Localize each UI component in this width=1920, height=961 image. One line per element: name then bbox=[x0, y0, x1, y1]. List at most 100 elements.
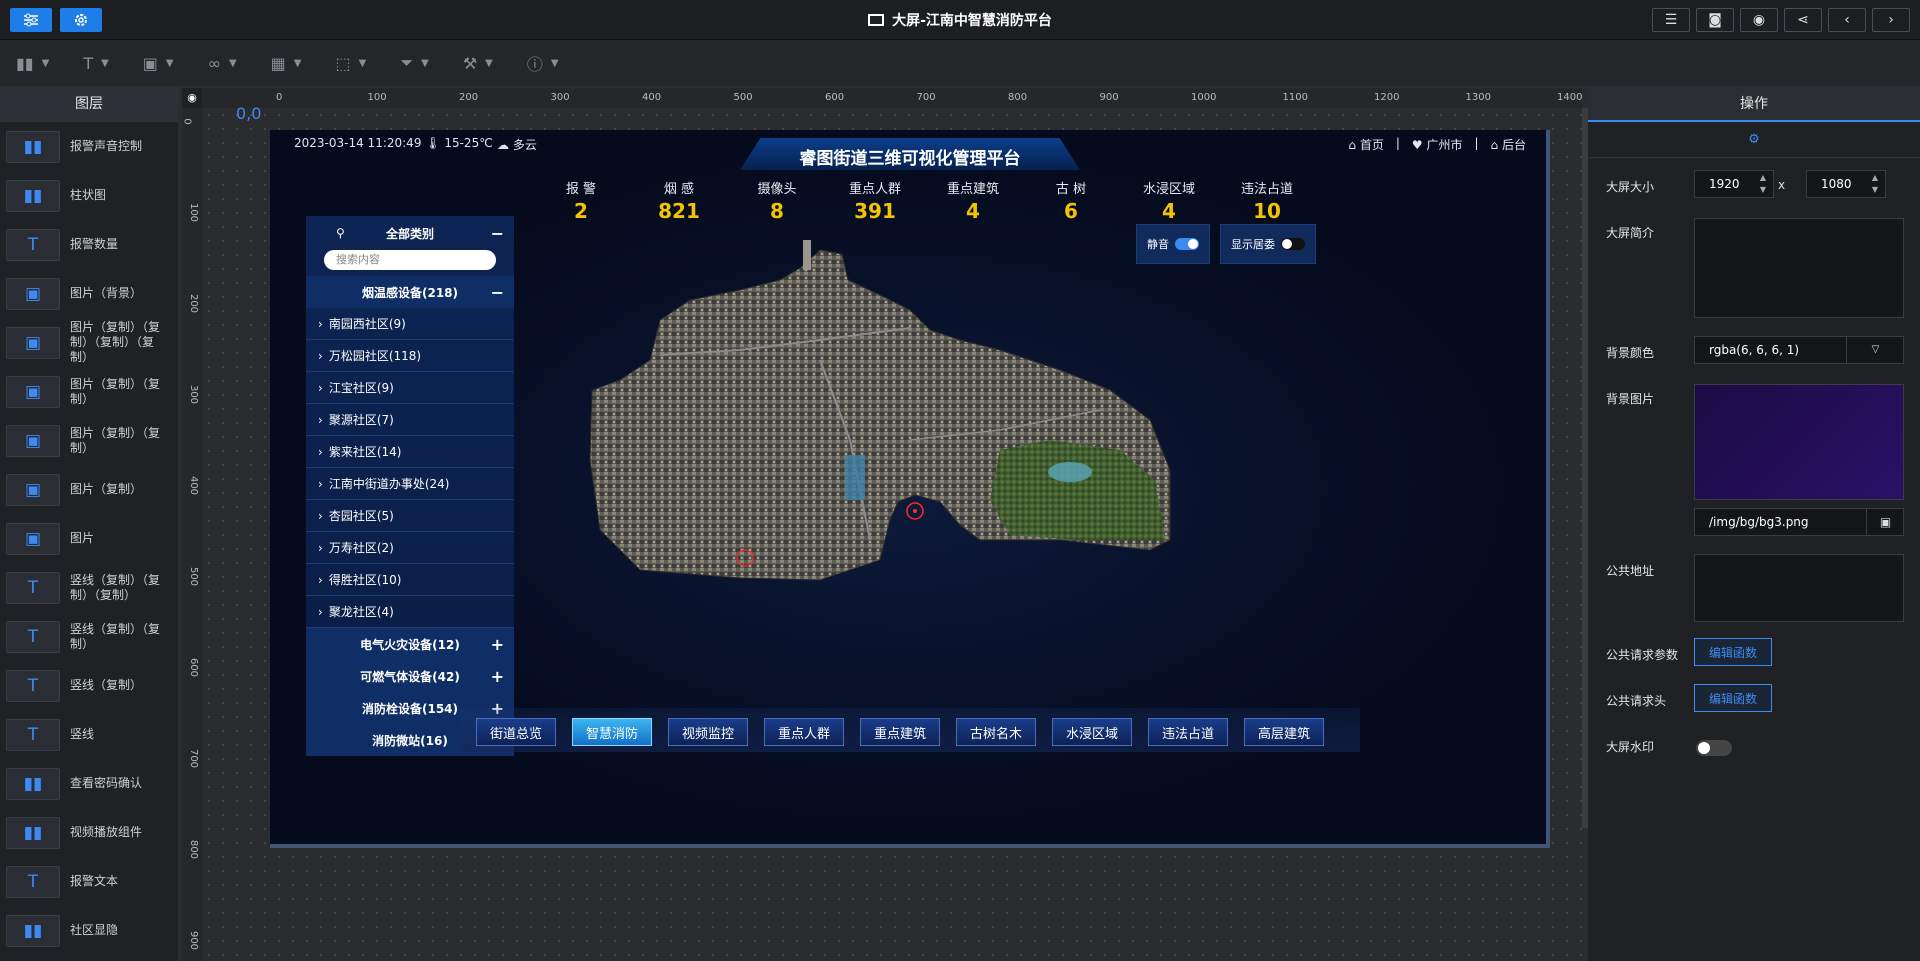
chevron-left-icon: ‹ bbox=[1844, 12, 1850, 28]
bottom-nav-button[interactable]: 重点建筑 bbox=[860, 718, 940, 746]
layer-item[interactable]: ▮▮ 社区显隐 bbox=[0, 906, 178, 955]
tree-item[interactable]: › 聚源社区(7) bbox=[306, 404, 514, 436]
tree-item[interactable]: › 南园西社区(9) bbox=[306, 308, 514, 340]
layer-item[interactable]: ▣ 图片（复制）（复制） bbox=[0, 367, 178, 416]
tree-item[interactable]: › 聚龙社区(4) bbox=[306, 596, 514, 628]
share-button[interactable]: ⋖ bbox=[1784, 8, 1822, 32]
layer-item[interactable]: T 报警文本 bbox=[0, 857, 178, 906]
bottom-nav-button[interactable]: 古树名木 bbox=[956, 718, 1036, 746]
layer-item[interactable]: ▣ 图片（复制）（复制） bbox=[0, 416, 178, 465]
chevron-right-icon: › bbox=[318, 444, 323, 459]
image-icon: ▣ bbox=[6, 522, 60, 555]
component-tool[interactable]: ∞ ▼ bbox=[208, 54, 237, 73]
tree-category-label: 可燃气体设备(42) bbox=[360, 669, 460, 684]
chevron-right-icon: › bbox=[318, 476, 323, 491]
stat-label: 水浸区域 bbox=[1142, 182, 1195, 197]
tree-item[interactable]: › 江南中街道办事处(24) bbox=[306, 468, 514, 500]
preview-button[interactable]: ◉ bbox=[1740, 8, 1778, 32]
tree-item[interactable]: › 江宝社区(9) bbox=[306, 372, 514, 404]
intro-textarea[interactable] bbox=[1694, 218, 1904, 318]
filter-tool[interactable]: ⏷ ▼ bbox=[400, 53, 429, 73]
stats-row: 报 警 2 烟 感 821 摄像头 8 重点人群 391 重点建筑 4 古 树 6 水浸区域 4 违法占道 1… bbox=[532, 178, 1316, 223]
tree-search-input[interactable]: 搜索内容 bbox=[324, 250, 496, 270]
tree-category-smoke[interactable]: 烟温感设备(218) − bbox=[306, 276, 514, 308]
tree-item[interactable]: › 杏园社区(5) bbox=[306, 500, 514, 532]
layer-item[interactable]: ▣ 图片（复制）（复制）（复制）（复制） bbox=[0, 318, 178, 367]
bottom-nav-button[interactable]: 视频监控 bbox=[668, 718, 748, 746]
layer-item[interactable]: T 报警数量 bbox=[0, 220, 178, 269]
tree-category[interactable]: 电气火灾设备(12) + bbox=[306, 628, 514, 660]
text-tool[interactable]: T ▼ bbox=[83, 54, 108, 73]
tree-category[interactable]: 可燃气体设备(42) + bbox=[306, 660, 514, 692]
ruler-tick-label: 1000 bbox=[1191, 92, 1217, 103]
width-stepper[interactable]: ▲ ▼ bbox=[1756, 172, 1770, 196]
bottom-nav-button[interactable]: 高层建筑 bbox=[1244, 718, 1324, 746]
color-picker-button[interactable]: ▽ bbox=[1846, 336, 1904, 364]
tree-item[interactable]: › 万寿社区(2) bbox=[306, 532, 514, 564]
nav-city[interactable]: ♥ 广州市 bbox=[1412, 136, 1463, 153]
layer-item[interactable]: ▣ 图片 bbox=[0, 514, 178, 563]
ruler-tick-label: 200 bbox=[188, 293, 200, 314]
edit-headers-button[interactable]: 编辑函数 bbox=[1694, 684, 1772, 712]
chart-tool[interactable]: ▮▮ ▼ bbox=[16, 54, 49, 73]
layer-item[interactable]: ▮▮ 柱状图 bbox=[0, 171, 178, 220]
layer-item[interactable]: ▣ 图片（复制） bbox=[0, 465, 178, 514]
ruler-eye-toggle[interactable]: ◉ bbox=[182, 88, 202, 108]
layer-item[interactable]: T 竖线 bbox=[0, 710, 178, 759]
edit-params-button[interactable]: 编辑函数 bbox=[1694, 638, 1772, 666]
chevron-down-icon: ▼ bbox=[228, 57, 237, 69]
screenshot-button[interactable]: ◙ bbox=[1696, 8, 1734, 32]
address-textarea[interactable] bbox=[1694, 554, 1904, 622]
eye-icon: ◉ bbox=[187, 91, 197, 104]
panel-settings-tab[interactable]: ⚙ bbox=[1588, 122, 1920, 158]
undo-button[interactable]: ‹ bbox=[1828, 8, 1866, 32]
stat-item: 摄像头 8 bbox=[728, 178, 826, 223]
border-icon: ⬚ bbox=[335, 53, 351, 73]
layer-item[interactable]: ▮▮ 报警声音控制 bbox=[0, 122, 178, 171]
tree-item[interactable]: › 万松园社区(118) bbox=[306, 340, 514, 372]
info-tool[interactable]: ⓘ ▼ bbox=[527, 51, 559, 75]
layer-item[interactable]: T 竖线（复制）（复制） bbox=[0, 612, 178, 661]
watermark-switch[interactable] bbox=[1696, 740, 1732, 756]
map-tower-glass bbox=[845, 455, 865, 500]
nav-home[interactable]: ⌂ 首页 bbox=[1348, 136, 1383, 153]
bottom-nav-button[interactable]: 智慧消防 bbox=[572, 718, 652, 746]
image-tool[interactable]: ▣ ▼ bbox=[143, 54, 174, 73]
ruler-tick-label: 400 bbox=[188, 475, 200, 496]
committee-switch[interactable] bbox=[1281, 238, 1305, 250]
image-select-button[interactable]: ▣ bbox=[1866, 508, 1904, 536]
height-stepper[interactable]: ▲ ▼ bbox=[1868, 172, 1882, 196]
collapse-icon[interactable]: − bbox=[491, 224, 504, 243]
nav-city-label: 广州市 bbox=[1426, 138, 1463, 152]
bgimg-preview[interactable] bbox=[1694, 384, 1904, 500]
ruler-tick-label: 0 bbox=[181, 118, 193, 125]
big-screen-preview[interactable]: 2023-03-14 11:20:49 🌡 15-25℃ ☁ 多云 睿图街道三维… bbox=[270, 130, 1550, 848]
nav-backend[interactable]: ⌂ 后台 bbox=[1491, 136, 1526, 153]
bottom-nav-button[interactable]: 街道总览 bbox=[476, 718, 556, 746]
layer-item[interactable]: ▮▮ 视频播放组件 bbox=[0, 808, 178, 857]
layer-item[interactable]: T 竖线（复制）（复制）（复制） bbox=[0, 563, 178, 612]
tree-item[interactable]: › 得胜社区(10) bbox=[306, 564, 514, 596]
tree-item-label: 杏园社区(5) bbox=[328, 509, 394, 523]
bottom-nav-button[interactable]: 水浸区域 bbox=[1052, 718, 1132, 746]
text-icon: T bbox=[6, 571, 60, 604]
ruler-tick-label: 0 bbox=[276, 92, 283, 103]
table-tool[interactable]: ▦ ▼ bbox=[271, 54, 302, 73]
tree-item[interactable]: › 紫来社区(14) bbox=[306, 436, 514, 468]
border-tool[interactable]: ⬚ ▼ bbox=[335, 54, 366, 73]
chevron-right-icon: › bbox=[1888, 12, 1894, 28]
bottom-nav-button[interactable]: 重点人群 bbox=[764, 718, 844, 746]
screen-title: 睿图街道三维可视化管理平台 bbox=[799, 149, 1021, 169]
chevron-right-icon: › bbox=[318, 316, 323, 331]
3d-city-map[interactable] bbox=[580, 240, 1180, 596]
ruler-vertical: 0 100 200 300 400 500 600 700 800 900 bbox=[182, 108, 202, 961]
redo-button[interactable]: › bbox=[1872, 8, 1910, 32]
layer-item[interactable]: ▮▮ 查看密码确认 bbox=[0, 759, 178, 808]
bottom-nav-button[interactable]: 违法占道 bbox=[1148, 718, 1228, 746]
notes-button[interactable]: ☰ bbox=[1652, 8, 1690, 32]
layer-item[interactable]: ▣ 图片（背景） bbox=[0, 269, 178, 318]
layer-item[interactable]: T 竖线（复制） bbox=[0, 661, 178, 710]
brush-tool[interactable]: ⚒ ▼ bbox=[463, 54, 493, 73]
layer-list: ▮▮ 报警声音控制 ▮▮ 柱状图 T 报警数量 ▣ 图片（背景） ▣ 图片（复制）（复制）（复制）… bbox=[0, 122, 178, 955]
tree-header[interactable]: ⚲ 全部类别 − bbox=[306, 216, 514, 250]
